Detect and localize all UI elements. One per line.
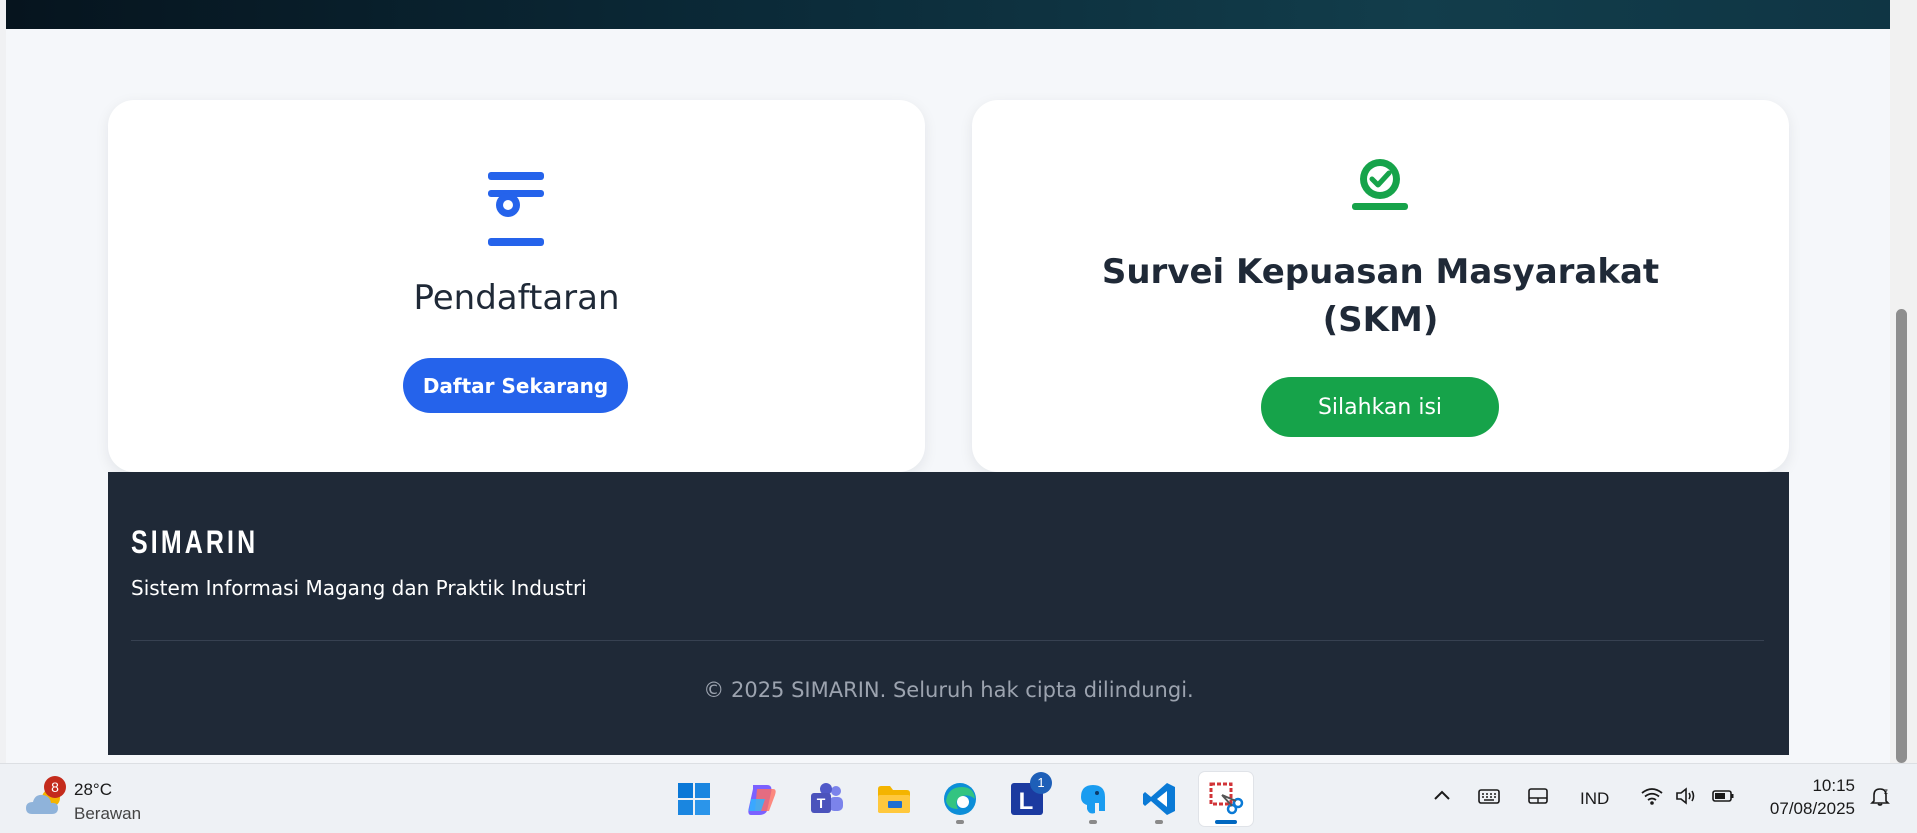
running-indicator [1089,820,1097,824]
touch-keyboard-button[interactable] [1477,784,1501,814]
battery-button[interactable] [1711,784,1735,814]
edge-button[interactable] [933,772,987,826]
weather-widget[interactable]: 8 28°C Berawan [24,776,164,826]
start-button[interactable] [667,772,721,826]
wifi-icon [1641,788,1663,805]
footer-brand: SIMARIN [131,524,259,560]
system-clock[interactable]: 10:15 07/08/2025 [1753,774,1855,820]
file-explorer-button[interactable] [867,772,921,826]
battery-icon [1712,790,1734,802]
weather-temperature: 28°C [74,780,112,799]
network-button[interactable] [1640,784,1664,814]
footer-copyright: © 2025 SIMARIN. Seluruh hak cipta dilind… [703,678,1194,702]
clock-date: 07/08/2025 [1769,799,1855,818]
touchpad-icon [1528,788,1548,804]
skm-card: Survei Kepuasan Masyarakat (SKM) Silahka… [972,100,1789,472]
notifications-button[interactable]: z [1868,784,1892,814]
edge-icon [944,783,976,815]
touchpad-button[interactable] [1526,784,1550,814]
registration-title: Pendaftaran [413,278,620,318]
volume-button[interactable] [1674,784,1698,814]
snipping-tool-icon [1209,782,1244,815]
elephant-app-icon [1081,785,1105,814]
skm-title-line2: (SKM) [1322,300,1439,340]
vscode-button[interactable] [1132,772,1186,826]
file-explorer-icon [878,786,910,813]
language-indicator[interactable]: IND [1580,784,1609,814]
svg-text:z: z [1884,787,1888,796]
page-left-edge [0,0,6,763]
l-app-button[interactable]: L 1 [1000,772,1054,826]
fill-survey-button[interactable]: Silahkan isi [1261,377,1499,437]
skm-title-line1: Survei Kepuasan Masyarakat [1101,252,1660,292]
bell-icon: z [1870,787,1890,806]
snipping-tool-button[interactable] [1199,772,1253,826]
survey-check-icon [1350,158,1410,212]
footer-tagline: Sistem Informasi Magang dan Praktik Indu… [131,576,587,600]
scrollbar-thumb[interactable] [1896,309,1907,763]
copilot-button[interactable] [734,772,788,826]
teams-icon: T [811,783,843,813]
hero-banner-bottom [6,0,1890,29]
elephant-app-button[interactable] [1066,772,1120,826]
weather-condition: Berawan [74,804,142,823]
site-footer: SIMARIN Sistem Informasi Magang dan Prak… [108,472,1789,755]
running-indicator [956,820,964,824]
clock-time: 10:15 [1812,776,1855,795]
footer-divider [131,640,1764,641]
vscode-icon [1143,783,1175,815]
windows-start-icon [678,783,710,815]
svg-text:T: T [817,795,826,811]
speaker-icon [1676,787,1695,805]
keyboard-icon [1478,789,1500,804]
running-indicator [1155,820,1163,824]
show-hidden-icons-button[interactable] [1430,784,1454,814]
svg-text:L: L [1019,788,1034,815]
notification-badge: 1 [1030,772,1052,794]
register-now-button[interactable]: Daftar Sekarang [403,358,628,413]
copilot-icon [748,785,776,815]
weather-badge: 8 [44,776,66,798]
teams-button[interactable]: T [800,772,854,826]
registration-card: Pendaftaran Daftar Sekarang [108,100,925,472]
registration-icon [486,172,546,248]
skm-title: Survei Kepuasan Masyarakat (SKM) [1092,248,1669,344]
active-indicator [1215,820,1237,824]
chevron-up-icon [1434,790,1450,800]
windows-taskbar: 8 28°C Berawan T L 1 IND 10:15 07/08/202… [0,763,1917,833]
